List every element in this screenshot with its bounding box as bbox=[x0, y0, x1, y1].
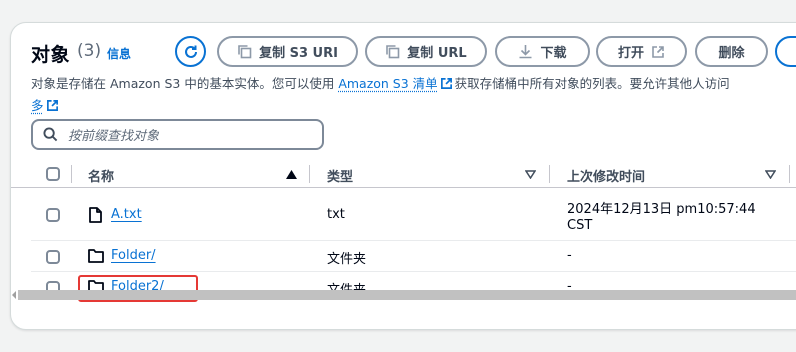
learn-more-link[interactable]: 多 bbox=[31, 98, 44, 113]
row-checkbox[interactable] bbox=[46, 250, 60, 264]
horizontal-scrollbar[interactable] bbox=[18, 290, 796, 300]
scroll-left-arrow[interactable] bbox=[10, 290, 18, 300]
type-cell: 文件夹 bbox=[327, 252, 367, 267]
sort-ascending-icon[interactable] bbox=[286, 170, 297, 179]
external-link-icon bbox=[440, 78, 452, 89]
copy-icon bbox=[238, 45, 252, 59]
search-icon bbox=[43, 127, 58, 142]
refresh-button[interactable] bbox=[175, 36, 206, 67]
file-icon bbox=[89, 207, 102, 223]
external-link-icon bbox=[46, 100, 58, 111]
table-header-divider bbox=[11, 187, 796, 188]
column-divider[interactable] bbox=[309, 165, 310, 183]
description: 对象是存储在 Amazon S3 中的基本实体。您可以使用 Amazon S3 … bbox=[31, 76, 730, 113]
row-divider bbox=[31, 240, 796, 241]
download-label: 下载 bbox=[540, 46, 567, 61]
column-divider[interactable] bbox=[789, 165, 790, 183]
copy-s3-uri-label: 复制 S3 URI bbox=[259, 46, 338, 61]
page-title: 对象 bbox=[31, 44, 71, 66]
object-link-folder[interactable]: Folder/ bbox=[111, 248, 156, 263]
modified-cell: - bbox=[567, 248, 572, 263]
copy-icon bbox=[386, 45, 400, 59]
column-divider[interactable] bbox=[549, 165, 550, 183]
copy-s3-uri-button[interactable]: 复制 S3 URI bbox=[217, 36, 358, 67]
inventory-link[interactable]: Amazon S3 清单 bbox=[338, 76, 437, 91]
search-input[interactable]: 按前缀查找对象 bbox=[31, 119, 324, 150]
type-cell: txt bbox=[327, 207, 345, 222]
sort-icon[interactable] bbox=[525, 170, 536, 179]
modified-cell: 2024年12月13日 pm10:57:44 bbox=[567, 202, 756, 217]
object-link-a-txt[interactable]: A.txt bbox=[111, 207, 142, 222]
delete-button[interactable]: 删除 bbox=[695, 36, 768, 67]
column-header-name[interactable]: 名称 bbox=[88, 166, 114, 185]
refresh-icon bbox=[184, 45, 197, 58]
open-label: 打开 bbox=[617, 46, 644, 61]
download-icon bbox=[519, 45, 532, 59]
create-folder-button[interactable] bbox=[775, 36, 796, 67]
object-count: (3) bbox=[77, 41, 102, 61]
copy-url-button[interactable]: 复制 URL bbox=[365, 36, 487, 67]
info-link[interactable]: 信息 bbox=[107, 45, 131, 62]
external-link-icon bbox=[652, 45, 664, 58]
search-placeholder: 按前缀查找对象 bbox=[68, 129, 160, 144]
objects-panel: 对象 (3) 信息 复制 S3 URI 复制 URL 下载 打开 删除 对象是存… bbox=[10, 22, 796, 330]
select-all-checkbox[interactable] bbox=[46, 167, 60, 181]
modified-cell-timezone: CST bbox=[567, 218, 593, 233]
folder-icon bbox=[88, 249, 104, 263]
row-divider bbox=[31, 271, 796, 272]
column-header-type[interactable]: 类型 bbox=[327, 166, 353, 185]
open-button[interactable]: 打开 bbox=[596, 36, 687, 67]
copy-url-label: 复制 URL bbox=[407, 46, 467, 61]
column-divider bbox=[71, 165, 72, 183]
sort-icon[interactable] bbox=[765, 170, 776, 179]
download-button[interactable]: 下载 bbox=[495, 36, 590, 67]
column-header-modified[interactable]: 上次修改时间 bbox=[567, 166, 645, 185]
delete-label: 删除 bbox=[718, 46, 745, 61]
row-checkbox[interactable] bbox=[46, 208, 60, 222]
